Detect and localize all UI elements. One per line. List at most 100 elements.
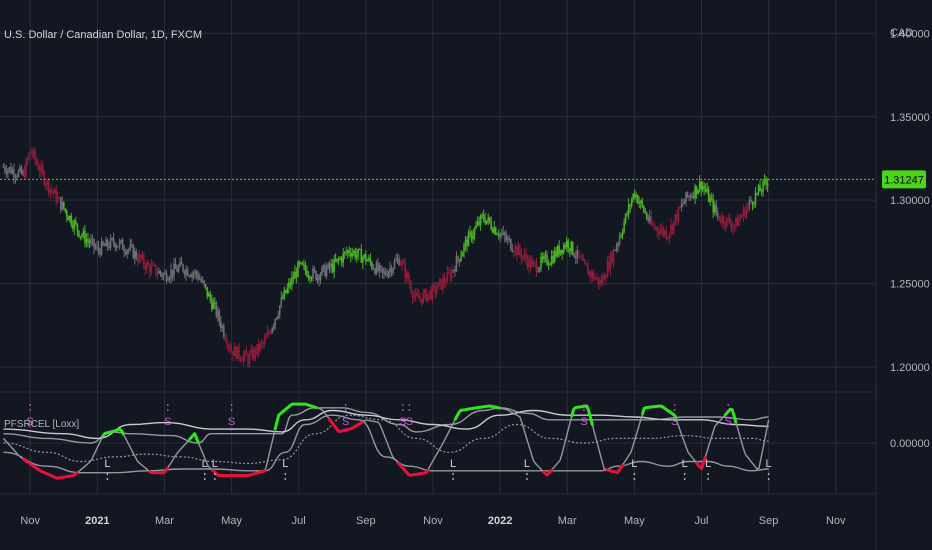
candle-body [760, 191, 763, 193]
candle-body [195, 271, 198, 276]
candle-body [7, 169, 9, 174]
candle-body [525, 254, 527, 260]
signal-label: L [766, 458, 772, 470]
candle-body [573, 254, 576, 258]
candle-body [188, 275, 190, 277]
candle-body [395, 259, 397, 262]
candle-body [337, 258, 340, 260]
signal-dot [727, 404, 730, 406]
candle-body [543, 256, 545, 260]
candle-body [561, 249, 563, 254]
candle-body [472, 235, 474, 240]
candle-body [180, 261, 183, 265]
candle-body [310, 278, 313, 280]
candle-body [380, 265, 382, 269]
candle-body [52, 191, 54, 194]
candle-body [108, 246, 110, 248]
candle-body [402, 262, 405, 264]
candle-body [618, 236, 621, 244]
candle-body [503, 232, 506, 237]
candle-body [538, 267, 541, 271]
candle-body [449, 272, 452, 279]
candle-body [215, 302, 218, 316]
candle-body [626, 213, 628, 215]
candle-body [368, 257, 370, 261]
indicator-tick-label: 0.00000 [890, 438, 930, 450]
candle-body [431, 285, 434, 300]
candle-body [531, 261, 533, 268]
candle-body [206, 287, 209, 297]
candle-body [676, 214, 678, 221]
candle-body [32, 150, 35, 155]
candle-body [210, 299, 213, 310]
candle-body [50, 189, 53, 192]
candle-body [227, 345, 230, 347]
candle-body [232, 351, 234, 356]
time-tick-label: Jul [292, 515, 306, 527]
candle-body [96, 246, 98, 248]
candle-body [200, 279, 203, 282]
candle-body [291, 277, 293, 286]
candle-body [294, 271, 296, 279]
candle-body [91, 238, 94, 241]
candle-body [174, 263, 177, 269]
candle-body [552, 255, 554, 263]
indicator-axis[interactable]: 0.00000 [890, 438, 930, 450]
candle-body [485, 220, 488, 224]
candle-body [112, 238, 115, 244]
symbol-title[interactable]: U.S. Dollar / Canadian Dollar, 1D, FXCM [4, 29, 202, 41]
candle-body [44, 184, 47, 186]
candle-body [695, 186, 698, 195]
candle-body [627, 204, 630, 215]
candle-body [235, 346, 237, 359]
candle-body [600, 280, 603, 284]
candle-body [704, 188, 707, 192]
candle-body [688, 195, 690, 197]
candle-body [301, 262, 304, 265]
candle-body [429, 291, 432, 300]
candle-body [502, 232, 505, 235]
candle-body [133, 251, 136, 259]
candle-body [223, 326, 225, 337]
candle-body [437, 281, 440, 290]
candle-body [567, 240, 570, 249]
candle-body [275, 317, 278, 320]
candle-body [594, 278, 597, 280]
candle-body [612, 249, 615, 263]
candle-body [349, 253, 352, 257]
indicator-title[interactable]: PFSRCEL [Loxx] [4, 419, 79, 430]
candle-body [224, 336, 227, 341]
candle-body [253, 349, 255, 359]
candle-body [238, 346, 240, 358]
candle-body [97, 246, 100, 251]
candle-body [683, 201, 686, 204]
candle-body [475, 225, 477, 229]
signal-label: L [705, 458, 711, 470]
candle-body [633, 193, 636, 198]
candle-body [194, 271, 196, 274]
candle-body [303, 264, 305, 266]
candle-body [446, 271, 449, 283]
candle-body [491, 228, 494, 233]
candle-body [94, 247, 97, 249]
candle-body [375, 262, 378, 274]
candle-body [735, 218, 737, 226]
chart-area[interactable]: S S S S S S S S SL L L L L L L L L L 1.400001.350001.3000… [0, 0, 932, 550]
candle-body [49, 189, 51, 193]
candle-body [562, 245, 565, 254]
candle-body [458, 259, 461, 262]
candle-body [636, 195, 639, 204]
candle-body [316, 275, 319, 281]
candle-body [653, 224, 656, 228]
candle-body [265, 336, 267, 340]
candle-body [398, 258, 400, 266]
candle-body [555, 250, 557, 257]
candle-body [146, 262, 148, 270]
candle-body [659, 230, 662, 235]
candle-body [641, 200, 644, 206]
signal-dot [633, 478, 636, 480]
candle-body [587, 265, 589, 275]
candle-body [516, 246, 518, 256]
candle-body [460, 256, 462, 262]
candle-body [490, 222, 492, 229]
